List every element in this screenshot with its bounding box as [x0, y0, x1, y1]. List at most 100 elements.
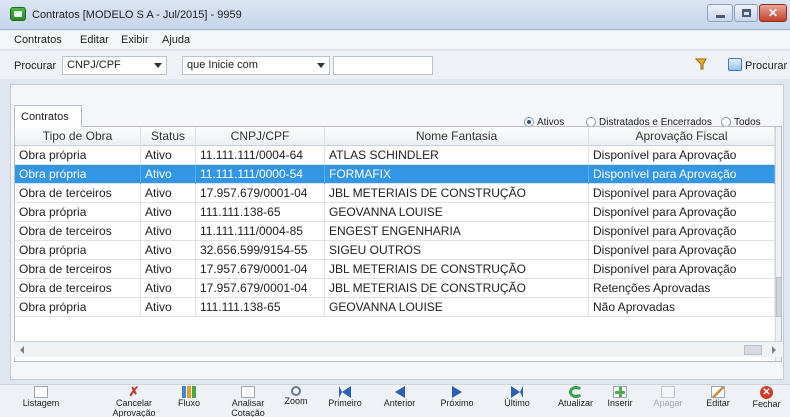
table-cell: Obra de terceiros [15, 222, 141, 241]
column-status[interactable]: Status [141, 127, 196, 146]
fluxo-button[interactable]: Fluxo [170, 384, 208, 417]
close-icon: ✕ [760, 386, 773, 399]
close-window-button[interactable]: ✕ [759, 4, 787, 22]
table-cell: Disponível para Aprovação [589, 184, 775, 203]
inserir-button[interactable]: Inserir [596, 384, 644, 417]
table-cell: Obra própria [15, 241, 141, 260]
table-cell: Ativo [141, 165, 196, 184]
table-row[interactable]: Obra própria Ativo 32.656.599/9154-55 SIGEU… [15, 241, 775, 260]
column-nome-fantasia[interactable]: Nome Fantasia [325, 127, 589, 146]
vertical-scrollbar[interactable] [775, 127, 781, 361]
horizontal-scroll-thumb[interactable] [744, 345, 762, 355]
atualizar-label: Atualizar [557, 398, 593, 408]
table-row[interactable]: Obra própria Ativo 111.111.138-65 GEOVANNA … [15, 298, 775, 317]
scroll-right-icon[interactable] [772, 346, 776, 354]
listagem-label: Listagem [22, 398, 60, 408]
table-cell: 17.957.679/0001-04 [196, 260, 325, 279]
table-cell: Ativo [141, 146, 196, 165]
fechar-button[interactable]: ✕ Fechar [740, 384, 790, 417]
window-title: Contratos [MODELO S A - Jul/2015] - 9959 [32, 9, 242, 21]
tab-contratos[interactable]: Contratos [14, 105, 82, 127]
primeiro-button[interactable]: Primeiro [321, 384, 369, 417]
menu-ajuda[interactable]: Ajuda [162, 34, 190, 46]
menu-exibir[interactable]: Exibir [121, 34, 149, 46]
menu-bar: Contratos Editar Exibir Ajuda [0, 31, 790, 50]
table-cell: ENGEST ENGENHARIA [325, 222, 589, 241]
delete-icon [661, 386, 675, 398]
chevron-down-icon [154, 63, 162, 68]
contracts-table: Tipo de Obra Status CNPJ/CPF Nome Fantas… [14, 126, 782, 362]
table-row[interactable]: Obra própria Ativo 11.111.111/0000-54 FORMA… [15, 165, 775, 184]
table-cell: Retenções Aprovadas [589, 279, 775, 298]
listagem-button[interactable]: Listagem [17, 384, 65, 417]
search-icon[interactable] [728, 58, 742, 71]
minimize-button[interactable] [707, 4, 733, 22]
table-cell: Ativo [141, 184, 196, 203]
table-cell: Obra de terceiros [15, 184, 141, 203]
column-aprovacao-fiscal[interactable]: Aprovação Fiscal [589, 127, 775, 146]
table-cell: Disponível para Aprovação [589, 165, 775, 184]
menu-editar[interactable]: Editar [80, 34, 109, 46]
table-cell: Disponível para Aprovação [589, 146, 775, 165]
proximo-label: Próximo [440, 398, 474, 408]
maximize-button[interactable] [734, 4, 758, 22]
table-row[interactable]: Obra própria Ativo 11.111.111/0004-64 ATLAS… [15, 146, 775, 165]
table-cell: FORMAFIX [325, 165, 589, 184]
ultimo-label: Último [504, 398, 530, 408]
search-button[interactable]: Procurar [745, 60, 787, 72]
table-row[interactable]: Obra de terceiros Ativo 17.957.679/0001-04… [15, 260, 775, 279]
minimize-icon [716, 15, 725, 18]
table-row[interactable]: Obra de terceiros Ativo 11.111.111/0004-85… [15, 222, 775, 241]
table-row[interactable]: Obra de terceiros Ativo 17.957.679/0001-04… [15, 279, 775, 298]
pin-icon[interactable] [694, 57, 710, 71]
table-cell: Obra própria [15, 298, 141, 317]
table-row[interactable]: Obra própria Ativo 111.111.138-65 GEOVANNA … [15, 203, 775, 222]
search-field-select[interactable]: CNPJ/CPF [62, 56, 167, 75]
primeiro-label: Primeiro [328, 398, 362, 408]
proximo-button[interactable]: Próximo [433, 384, 481, 417]
table-cell: 11.111.111/0004-85 [196, 222, 325, 241]
table-cell: Disponível para Aprovação [589, 241, 775, 260]
title-bar: Contratos [MODELO S A - Jul/2015] - 9959… [0, 0, 790, 30]
apagar-button[interactable]: Apagar [644, 384, 692, 417]
table-cell: 11.111.111/0004-64 [196, 146, 325, 165]
column-tipo-de-obra[interactable]: Tipo de Obra [15, 127, 141, 146]
insert-icon [613, 386, 627, 398]
cancelar-aprovacao-button[interactable]: ✗ Cancelar Aprovação [110, 384, 158, 417]
table-cell: JBL METERIAIS DE CONSTRUÇÃO [325, 184, 589, 203]
next-icon [452, 386, 462, 398]
table-cell: Obra própria [15, 146, 141, 165]
edit-icon [711, 386, 725, 398]
anterior-button[interactable]: Anterior [373, 384, 426, 417]
table-cell: Disponível para Aprovação [589, 203, 775, 222]
column-cnpj-cpf[interactable]: CNPJ/CPF [196, 127, 325, 146]
atualizar-button[interactable]: Atualizar [548, 384, 603, 417]
table-cell: Ativo [141, 298, 196, 317]
fluxo-label: Fluxo [177, 398, 200, 408]
ultimo-button[interactable]: Último [493, 384, 541, 417]
zoom-button[interactable]: Zoom [278, 384, 314, 417]
search-label: Procurar [14, 60, 57, 72]
scroll-left-icon[interactable] [20, 346, 24, 354]
table-cell: Obra de terceiros [15, 279, 141, 298]
vertical-scroll-thumb[interactable] [776, 277, 781, 317]
table-cell: 11.111.111/0000-54 [196, 165, 325, 184]
table-header: Tipo de Obra Status CNPJ/CPF Nome Fantas… [15, 127, 775, 146]
document-icon [34, 386, 48, 398]
table-row[interactable]: Obra de terceiros Ativo 17.957.679/0001-04… [15, 184, 775, 203]
first-icon [339, 386, 351, 398]
table-cell: 17.957.679/0001-04 [196, 279, 325, 298]
menu-contratos[interactable]: Contratos [14, 34, 62, 46]
horizontal-scrollbar[interactable] [14, 341, 782, 357]
editar-button[interactable]: Editar [694, 384, 742, 417]
search-mode-select[interactable]: que Inicie com [182, 56, 330, 75]
cancelar-aprovacao-label: Cancelar Aprovação [112, 398, 156, 417]
app-icon [10, 7, 26, 21]
previous-icon [394, 386, 405, 398]
table-cell: Ativo [141, 241, 196, 260]
table-cell: Não Aprovadas [589, 298, 775, 317]
analisar-cotacao-button[interactable]: Analisar Cotação [223, 384, 273, 417]
table-cell: Ativo [141, 260, 196, 279]
table-cell: Obra de terceiros [15, 260, 141, 279]
search-input[interactable] [333, 56, 433, 75]
